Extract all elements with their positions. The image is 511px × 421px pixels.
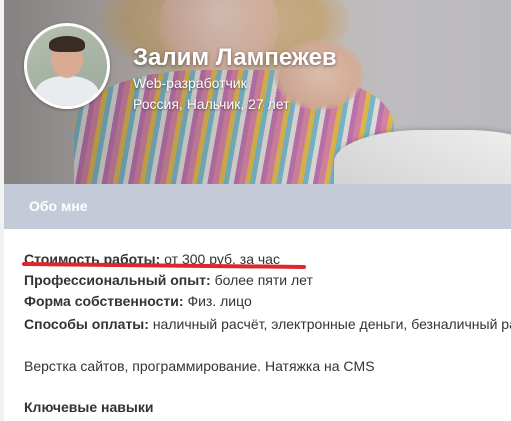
avatar-body xyxy=(35,76,99,106)
info-row-payment: Способы оплаты: наличный расчёт, электро… xyxy=(24,316,511,332)
about-section-title: Обо мне xyxy=(29,198,88,214)
info-row-ownership: Форма собственности: Физ. лицо xyxy=(24,293,252,309)
info-label: Форма собственности: xyxy=(24,293,184,309)
profile-location: Россия, Нальчик, 27 лет xyxy=(133,96,290,112)
about-description: Верстка сайтов, программирование. Натяжк… xyxy=(24,358,375,374)
info-label: Профессиональный опыт: xyxy=(24,272,211,288)
info-row-experience: Профессиональный опыт: более пяти лет xyxy=(24,272,313,288)
info-value: более пяти лет xyxy=(214,272,313,288)
avatar-hair xyxy=(49,36,85,52)
profile-role: Web-разработчик xyxy=(133,75,247,91)
info-label: Способы оплаты: xyxy=(24,316,149,332)
about-section-header: Обо мне xyxy=(4,184,511,229)
profile-card: Залим Лампежев Web-разработчик Россия, Н… xyxy=(4,0,511,421)
info-value: Физ. лицо xyxy=(187,293,252,309)
avatar[interactable] xyxy=(24,23,110,109)
info-value: наличный расчёт, электронные деньги, без… xyxy=(152,316,511,332)
profile-name: Залим Лампежев xyxy=(133,44,337,71)
skills-heading: Ключевые навыки xyxy=(24,399,154,415)
